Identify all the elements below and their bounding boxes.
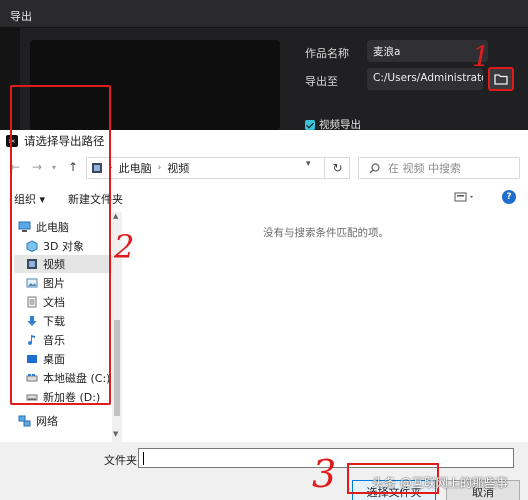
watermark: 头条 @互联网上的那些事 <box>372 476 508 490</box>
step-number-2: 2 <box>114 228 135 266</box>
breadcrumb-this-pc[interactable]: 此电脑 <box>119 160 152 176</box>
scroll-down-icon[interactable]: ▼ <box>113 430 118 438</box>
search-icon <box>369 162 380 173</box>
network-icon <box>18 415 31 427</box>
search-box[interactable]: 在 视频 中搜索 <box>358 157 520 179</box>
address-dropdown-icon[interactable]: ▾ <box>306 159 311 169</box>
empty-message: 没有与搜索条件匹配的项。 <box>263 227 389 239</box>
bottom-bar: 文件夹: 选择文件夹 取消 <box>0 442 528 500</box>
folder-icon <box>494 74 508 85</box>
scroll-thumb[interactable] <box>114 320 120 416</box>
text-caret <box>143 452 144 465</box>
help-icon[interactable]: ? <box>502 190 516 204</box>
scroll-up-icon[interactable]: ▲ <box>113 212 118 220</box>
name-label: 作品名称 <box>305 47 349 60</box>
breadcrumb-videos[interactable]: 视频 <box>167 160 189 176</box>
export-to-label: 导出至 <box>305 75 338 88</box>
refresh-button[interactable]: ↻ <box>324 157 350 179</box>
export-path-input[interactable]: C:/Users/Administrator/... <box>367 68 483 90</box>
name-input[interactable]: 麦浪a <box>367 40 488 62</box>
folder-label: 文件夹: <box>104 454 141 467</box>
video-export-checkbox[interactable] <box>305 119 315 130</box>
search-placeholder: 在 视频 中搜索 <box>388 162 461 175</box>
breadcrumb-separator-icon: › <box>157 163 162 173</box>
browse-folder-button[interactable] <box>488 67 514 91</box>
step-number-1: 1 <box>472 40 490 73</box>
step-number-3: 3 <box>312 452 337 496</box>
view-options-icon[interactable] <box>454 191 476 206</box>
refresh-icon: ↻ <box>332 161 343 175</box>
export-dialog-title: 导出 <box>0 0 528 28</box>
file-list-pane: 没有与搜索条件匹配的项。 <box>124 212 528 442</box>
highlight-box-nav <box>10 85 111 405</box>
nav-item-network[interactable]: 网络 <box>18 412 112 430</box>
